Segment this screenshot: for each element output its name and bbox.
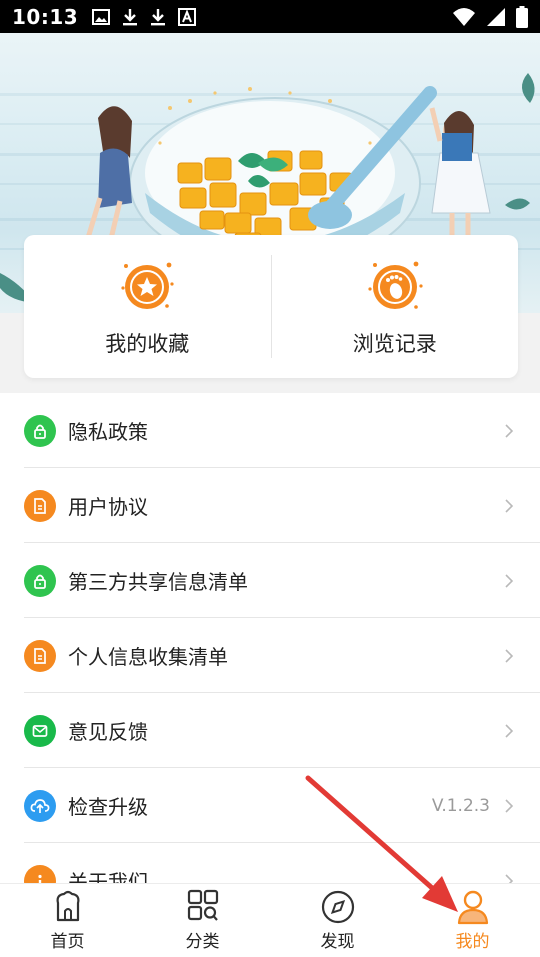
chevron-right-icon — [505, 723, 514, 738]
menu-item-label: 第三方共享信息清单 — [68, 570, 248, 594]
download-icon — [151, 8, 166, 25]
menu-item-feedback[interactable]: 意见反馈 — [0, 693, 540, 768]
compass-icon — [321, 890, 354, 924]
battery-icon — [516, 5, 528, 28]
menu-item-label: 个人信息收集清单 — [68, 645, 228, 669]
chevron-right-icon — [505, 648, 514, 663]
history-button[interactable]: 浏览记录 — [272, 235, 519, 378]
status-system-icons — [452, 5, 528, 28]
nav-label: 我的 — [455, 932, 490, 952]
favorites-label: 我的收藏 — [105, 331, 190, 356]
signal-icon — [487, 7, 505, 26]
nav-discover[interactable]: 发现 — [270, 884, 405, 957]
download-icon — [123, 8, 138, 25]
menu-item-label: 隐私政策 — [68, 420, 148, 444]
nav-home[interactable]: 首页 — [0, 884, 135, 957]
chevron-right-icon — [505, 573, 514, 588]
info-icon — [24, 864, 56, 883]
menu-item-check-update[interactable]: 检查升级 V.1.2.3 — [0, 768, 540, 843]
star-icon — [121, 262, 174, 309]
menu-item-label: 检查升级 — [68, 795, 148, 819]
menu-item-label: 用户协议 — [68, 495, 148, 519]
app-version: V.1.2.3 — [431, 795, 490, 816]
nav-profile[interactable]: 我的 — [405, 884, 540, 957]
menu-item-about-us[interactable]: 关于我们 — [0, 843, 540, 883]
settings-menu-list: 隐私政策 用户协议 第三方共享信息清单 个人信息收集清单 意见反馈 检查升级 V… — [0, 393, 540, 883]
lock-icon — [24, 414, 56, 447]
message-icon — [24, 714, 56, 747]
image-icon — [92, 8, 111, 25]
menu-item-label: 关于我们 — [68, 870, 148, 883]
menu-item-third-party-sharing[interactable]: 第三方共享信息清单 — [0, 543, 540, 618]
document-icon — [24, 489, 56, 522]
status-notification-icons — [92, 7, 197, 26]
chevron-right-icon — [505, 873, 514, 883]
menu-item-personal-info-collection[interactable]: 个人信息收集清单 — [0, 618, 540, 693]
chevron-right-icon — [505, 798, 514, 813]
status-time: 10:13 — [12, 4, 79, 29]
footprint-icon — [368, 261, 423, 309]
menu-item-privacy-policy[interactable]: 隐私政策 — [0, 393, 540, 468]
nav-label: 发现 — [320, 932, 355, 952]
document-icon — [24, 639, 56, 672]
chevron-right-icon — [505, 423, 514, 438]
profile-icon — [457, 890, 488, 925]
a-icon — [178, 7, 197, 26]
home-icon — [56, 890, 79, 922]
quick-actions-card: 我的收藏 浏览记录 — [24, 235, 518, 378]
nav-category[interactable]: 分类 — [135, 884, 270, 957]
nav-label: 首页 — [50, 932, 85, 952]
favorites-button[interactable]: 我的收藏 — [24, 235, 271, 378]
status-bar: 10:13 — [0, 0, 540, 33]
nav-label: 分类 — [185, 932, 220, 952]
lock-icon — [24, 564, 56, 597]
history-label: 浏览记录 — [352, 331, 437, 356]
menu-item-label: 意见反馈 — [68, 720, 148, 744]
cloud-upload-icon — [24, 789, 56, 822]
category-icon — [187, 889, 218, 921]
chevron-right-icon — [505, 498, 514, 513]
menu-item-user-agreement[interactable]: 用户协议 — [0, 468, 540, 543]
bottom-navigation: 首页 分类 发现 我的 — [0, 883, 540, 957]
wifi-icon — [453, 7, 475, 26]
